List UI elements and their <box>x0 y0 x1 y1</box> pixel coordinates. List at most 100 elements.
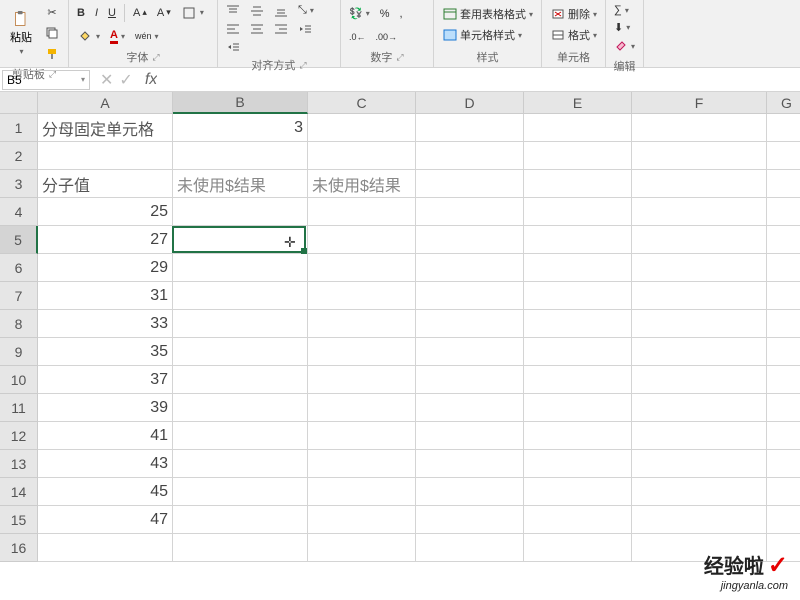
cell-E1[interactable] <box>524 114 632 142</box>
cell-A12[interactable]: 41 <box>38 422 173 450</box>
cell-D11[interactable] <box>416 394 524 422</box>
cell-B5[interactable] <box>173 226 308 254</box>
cell-B15[interactable] <box>173 506 308 534</box>
cell-B4[interactable] <box>173 198 308 226</box>
align-left-button[interactable] <box>222 21 244 37</box>
cell-B16[interactable] <box>173 534 308 562</box>
decrease-font-button[interactable]: A▾ <box>153 5 175 21</box>
cell-A2[interactable] <box>38 142 173 170</box>
cell-F2[interactable] <box>632 142 767 170</box>
cell-C10[interactable] <box>308 366 416 394</box>
cell-B8[interactable] <box>173 310 308 338</box>
col-header-G[interactable]: G <box>767 92 800 114</box>
cell-B12[interactable] <box>173 422 308 450</box>
cells-area[interactable]: 分母固定单元格3 分子值未使用$结果未使用$结果 25 27 29 31 33 … <box>38 114 800 582</box>
decrease-decimal-button[interactable]: .00→ <box>372 30 402 44</box>
copy-button[interactable] <box>40 23 64 43</box>
row-header-13[interactable]: 13 <box>0 450 38 478</box>
cell-C12[interactable] <box>308 422 416 450</box>
cell-B7[interactable] <box>173 282 308 310</box>
cell-F3[interactable] <box>632 170 767 198</box>
table-format-button[interactable]: 套用表格格式▾ <box>438 4 537 24</box>
cell-A8[interactable]: 33 <box>38 310 173 338</box>
cell-D10[interactable] <box>416 366 524 394</box>
cell-G9[interactable] <box>767 338 800 366</box>
cell-E5[interactable] <box>524 226 632 254</box>
cell-G6[interactable] <box>767 254 800 282</box>
row-header-7[interactable]: 7 <box>0 282 38 310</box>
cell-C11[interactable] <box>308 394 416 422</box>
cell-A14[interactable]: 45 <box>38 478 173 506</box>
cell-D16[interactable] <box>416 534 524 562</box>
borders-button[interactable]: ▾ <box>177 3 208 23</box>
chevron-down-icon[interactable]: ▾ <box>81 75 85 84</box>
cell-A9[interactable]: 35 <box>38 338 173 366</box>
cell-A15[interactable]: 47 <box>38 506 173 534</box>
cell-G7[interactable] <box>767 282 800 310</box>
cell-C6[interactable] <box>308 254 416 282</box>
cell-G3[interactable] <box>767 170 800 198</box>
cell-F14[interactable] <box>632 478 767 506</box>
align-top-button[interactable] <box>222 3 244 19</box>
accounting-format-button[interactable]: 💱▾ <box>345 5 374 22</box>
autosum-button[interactable]: ∑▾ <box>610 2 639 18</box>
align-center-button[interactable] <box>246 21 268 37</box>
cell-E12[interactable] <box>524 422 632 450</box>
cell-B1[interactable]: 3 <box>173 114 308 142</box>
underline-button[interactable]: U <box>104 5 120 21</box>
percent-button[interactable]: % <box>376 6 394 22</box>
clear-button[interactable]: ▾ <box>610 37 639 56</box>
cell-C13[interactable] <box>308 450 416 478</box>
cell-D1[interactable] <box>416 114 524 142</box>
cell-D15[interactable] <box>416 506 524 534</box>
fill-button[interactable]: ⬇▾ <box>610 19 639 36</box>
cell-B10[interactable] <box>173 366 308 394</box>
increase-indent-button[interactable] <box>222 39 244 55</box>
col-header-D[interactable]: D <box>416 92 524 114</box>
cell-C1[interactable] <box>308 114 416 142</box>
cell-E8[interactable] <box>524 310 632 338</box>
cell-F15[interactable] <box>632 506 767 534</box>
cell-B3[interactable]: 未使用$结果 <box>173 170 308 198</box>
row-header-2[interactable]: 2 <box>0 142 38 170</box>
bold-button[interactable]: B <box>73 5 89 21</box>
enter-icon[interactable]: ✓ <box>119 70 132 90</box>
row-header-5[interactable]: 5 <box>0 226 38 254</box>
cell-B9[interactable] <box>173 338 308 366</box>
cell-A11[interactable]: 39 <box>38 394 173 422</box>
cell-E10[interactable] <box>524 366 632 394</box>
row-header-1[interactable]: 1 <box>0 114 38 142</box>
cell-F13[interactable] <box>632 450 767 478</box>
cell-C16[interactable] <box>308 534 416 562</box>
phonetic-button[interactable]: wén▾ <box>131 29 163 43</box>
cell-G12[interactable] <box>767 422 800 450</box>
cell-D8[interactable] <box>416 310 524 338</box>
cell-G15[interactable] <box>767 506 800 534</box>
cell-G13[interactable] <box>767 450 800 478</box>
col-header-C[interactable]: C <box>308 92 416 114</box>
cell-B11[interactable] <box>173 394 308 422</box>
cell-F1[interactable] <box>632 114 767 142</box>
cell-D2[interactable] <box>416 142 524 170</box>
cell-C14[interactable] <box>308 478 416 506</box>
cell-F9[interactable] <box>632 338 767 366</box>
orientation-button[interactable]: ⤡▾ <box>294 2 318 19</box>
cell-G1[interactable] <box>767 114 800 142</box>
cell-D4[interactable] <box>416 198 524 226</box>
font-color-button[interactable]: A▾ <box>106 27 129 46</box>
cell-F12[interactable] <box>632 422 767 450</box>
cell-D13[interactable] <box>416 450 524 478</box>
cell-D12[interactable] <box>416 422 524 450</box>
font-dialog-launcher[interactable]: ⤢ <box>152 52 159 63</box>
align-right-button[interactable] <box>270 21 292 37</box>
cell-E6[interactable] <box>524 254 632 282</box>
row-header-14[interactable]: 14 <box>0 478 38 506</box>
cell-F7[interactable] <box>632 282 767 310</box>
cell-E7[interactable] <box>524 282 632 310</box>
cell-C2[interactable] <box>308 142 416 170</box>
cell-A10[interactable]: 37 <box>38 366 173 394</box>
cell-A3[interactable]: 分子值 <box>38 170 173 198</box>
cell-E2[interactable] <box>524 142 632 170</box>
cell-A4[interactable]: 25 <box>38 198 173 226</box>
cell-D3[interactable] <box>416 170 524 198</box>
